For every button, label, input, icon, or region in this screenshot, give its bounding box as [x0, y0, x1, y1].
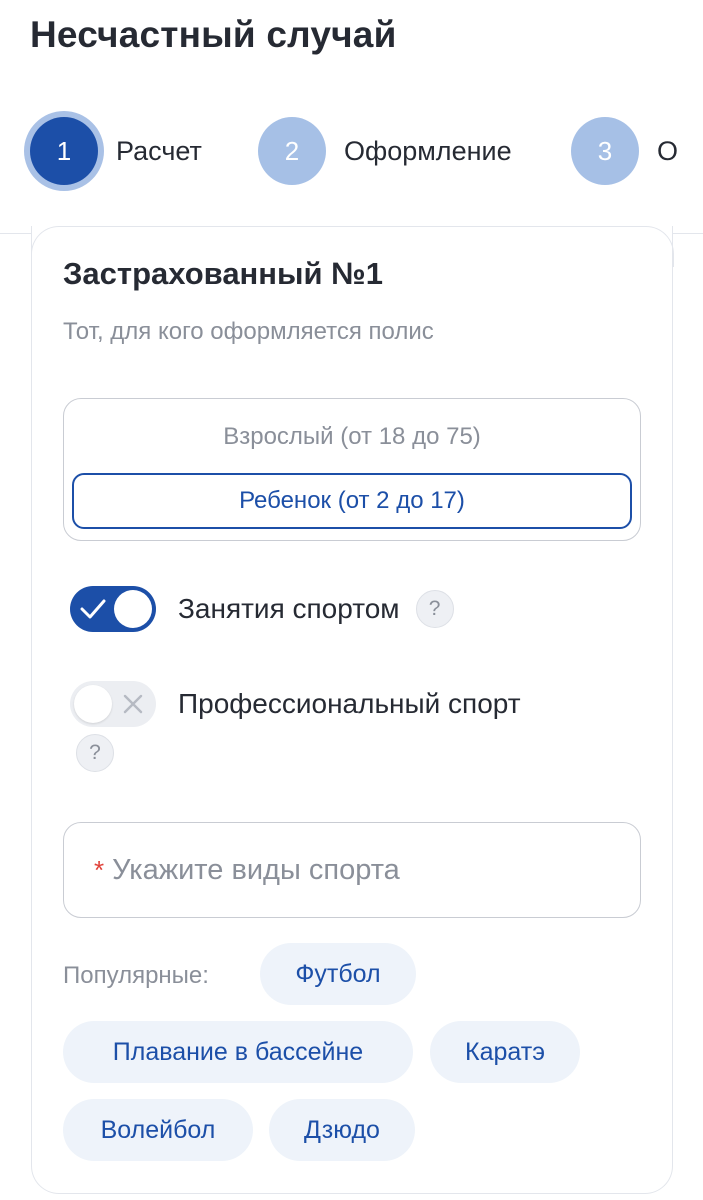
close-icon [122, 681, 144, 727]
step-label: О [657, 135, 679, 166]
insured-title: Застрахованный №1 [63, 256, 383, 291]
step-registration[interactable]: 2 Оформление [258, 110, 512, 192]
insured-card: Застрахованный №1 Тот, для кого оформляе… [30, 226, 674, 1194]
step-label: Расчет [116, 135, 202, 166]
age-selector: Взрослый (от 18 до 75) Ребенок (от 2 до … [63, 398, 641, 541]
pro-sport-toggle[interactable] [70, 681, 156, 727]
required-mark: * [94, 854, 105, 885]
pro-sport-toggle-row: Профессиональный спорт [70, 681, 521, 727]
toggle-knob [114, 590, 152, 628]
question-icon[interactable]: ? [415, 590, 454, 628]
step-number: 1 [30, 117, 98, 185]
sport-chip-judo[interactable]: Дзюдо [269, 1099, 415, 1161]
sport-toggle[interactable] [70, 586, 156, 632]
question-icon[interactable]: ? [76, 734, 114, 772]
insured-subtitle: Тот, для кого оформляется полис [63, 318, 434, 345]
sport-toggle-row: Занятия спортом ? [70, 586, 454, 632]
sport-chip-swimming[interactable]: Плавание в бассейне [63, 1021, 413, 1083]
age-option-adult[interactable]: Взрослый (от 18 до 75) [72, 409, 632, 465]
sport-toggle-label: Занятия спортом [178, 593, 400, 624]
step-number: 2 [258, 117, 326, 185]
sports-input[interactable]: * Укажите виды спорта [63, 822, 641, 918]
pro-sport-toggle-label: Профессиональный спорт [178, 688, 521, 719]
toggle-knob [74, 685, 112, 723]
step-calculation[interactable]: 1 Расчет [30, 110, 202, 192]
step-label: Оформление [344, 135, 512, 166]
sports-input-placeholder: Укажите виды спорта [112, 853, 400, 886]
page-title: Несчастный случай [30, 14, 397, 55]
check-icon [80, 586, 106, 632]
sport-chip-volleyball[interactable]: Волейбол [63, 1099, 253, 1161]
step-third[interactable]: 3 О [571, 110, 678, 192]
stepper: 1 Расчет 2 Оформление 3 О [0, 110, 703, 192]
step-number: 3 [571, 117, 639, 185]
age-option-child[interactable]: Ребенок (от 2 до 17) [72, 473, 632, 529]
sport-chip-karate[interactable]: Каратэ [430, 1021, 580, 1083]
popular-label: Популярные: [63, 962, 209, 989]
sport-chip-football[interactable]: Футбол [260, 943, 416, 1005]
